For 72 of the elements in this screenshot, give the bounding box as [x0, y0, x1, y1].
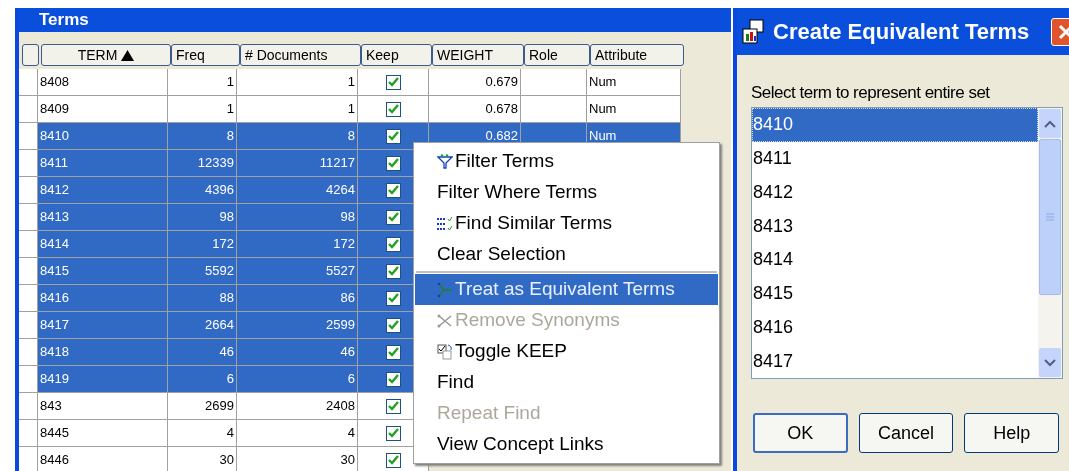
menu-item[interactable]: Treat as Equivalent Terms: [415, 274, 718, 305]
table-row[interactable]: 8409 1 1 0.678 Num: [19, 96, 681, 123]
keep-checkbox[interactable]: [385, 263, 401, 279]
keep-checkbox[interactable]: [385, 155, 401, 171]
prompt-label: Select term to represent entire set: [751, 82, 991, 104]
keep-checkbox[interactable]: [385, 398, 401, 414]
list-item[interactable]: 8411: [752, 141, 1038, 176]
row-header[interactable]: [19, 123, 38, 150]
row-header[interactable]: [19, 258, 38, 285]
list-item[interactable]: 8416: [752, 310, 1038, 345]
column-header[interactable]: Freq: [171, 44, 240, 66]
column-header[interactable]: Keep: [361, 44, 432, 66]
scissors-icon: [437, 312, 453, 329]
dialog-button[interactable]: Help: [964, 413, 1059, 453]
keep-checkbox[interactable]: [385, 344, 401, 360]
keep-checkbox[interactable]: [385, 101, 401, 117]
keep-checkbox[interactable]: [385, 209, 401, 225]
row-header[interactable]: [19, 96, 38, 123]
filter-icon: [437, 153, 453, 170]
table-cell: 30: [168, 447, 237, 471]
row-header[interactable]: [19, 150, 38, 177]
table-row[interactable]: 8446 30 30: [19, 447, 429, 471]
keep-checkbox[interactable]: [385, 128, 401, 144]
row-header[interactable]: [19, 204, 38, 231]
list-item[interactable]: 8412: [752, 175, 1038, 210]
row-header[interactable]: [19, 312, 38, 339]
keep-checkbox[interactable]: [385, 290, 401, 306]
table-row[interactable]: 8408 1 1 0.679 Num: [19, 69, 681, 96]
scroll-up-button[interactable]: [1039, 109, 1061, 138]
list-item[interactable]: 8410: [752, 108, 1038, 142]
column-header[interactable]: Attribute: [590, 44, 684, 66]
table-cell: 30: [237, 447, 358, 471]
corner-header: [22, 44, 39, 66]
column-header[interactable]: WEIGHT: [432, 44, 524, 66]
dialog-button[interactable]: Cancel: [858, 413, 954, 453]
term-listbox[interactable]: 8410 8411 8412 8413 8414 8415 8416 8417: [751, 107, 1063, 379]
list-item[interactable]: 8417: [752, 344, 1038, 378]
keep-checkbox[interactable]: [385, 371, 401, 387]
window-icon: [741, 18, 765, 45]
scrollbar[interactable]: [1038, 108, 1062, 378]
close-icon: [1058, 23, 1069, 40]
column-header[interactable]: TERM: [41, 44, 171, 66]
grip-icon: [1046, 212, 1054, 222]
keep-checkbox[interactable]: [385, 74, 401, 90]
close-button[interactable]: [1051, 17, 1069, 46]
row-header[interactable]: [19, 285, 38, 312]
merge-icon: [437, 281, 453, 298]
dialog-title: Create Equivalent Terms: [773, 18, 1030, 46]
list-item[interactable]: 8413: [752, 209, 1038, 243]
row-header[interactable]: [19, 231, 38, 258]
row-header[interactable]: [19, 393, 38, 420]
checkbox-toggle-icon: [437, 343, 453, 360]
keep-checkbox[interactable]: [385, 452, 401, 468]
row-header[interactable]: [19, 69, 38, 96]
keep-checkbox[interactable]: [385, 182, 401, 198]
list-item[interactable]: 8414: [752, 243, 1038, 277]
list-check-icon: [437, 215, 453, 232]
window-title: Terms: [39, 9, 89, 32]
column-header[interactable]: Role: [524, 44, 590, 66]
row-header[interactable]: [19, 339, 38, 366]
keep-checkbox[interactable]: [385, 236, 401, 252]
row-header[interactable]: [19, 366, 38, 393]
keep-checkbox[interactable]: [385, 317, 401, 333]
column-header[interactable]: # Documents: [240, 44, 361, 66]
list-item[interactable]: 8415: [752, 276, 1038, 311]
table-cell: 8446: [38, 447, 168, 471]
row-header[interactable]: [19, 177, 38, 204]
row-header[interactable]: [19, 420, 38, 447]
keep-checkbox[interactable]: [385, 425, 401, 441]
scroll-down-button[interactable]: [1039, 348, 1061, 377]
dialog-button[interactable]: OK: [753, 413, 848, 453]
scroll-thumb[interactable]: [1039, 139, 1061, 295]
